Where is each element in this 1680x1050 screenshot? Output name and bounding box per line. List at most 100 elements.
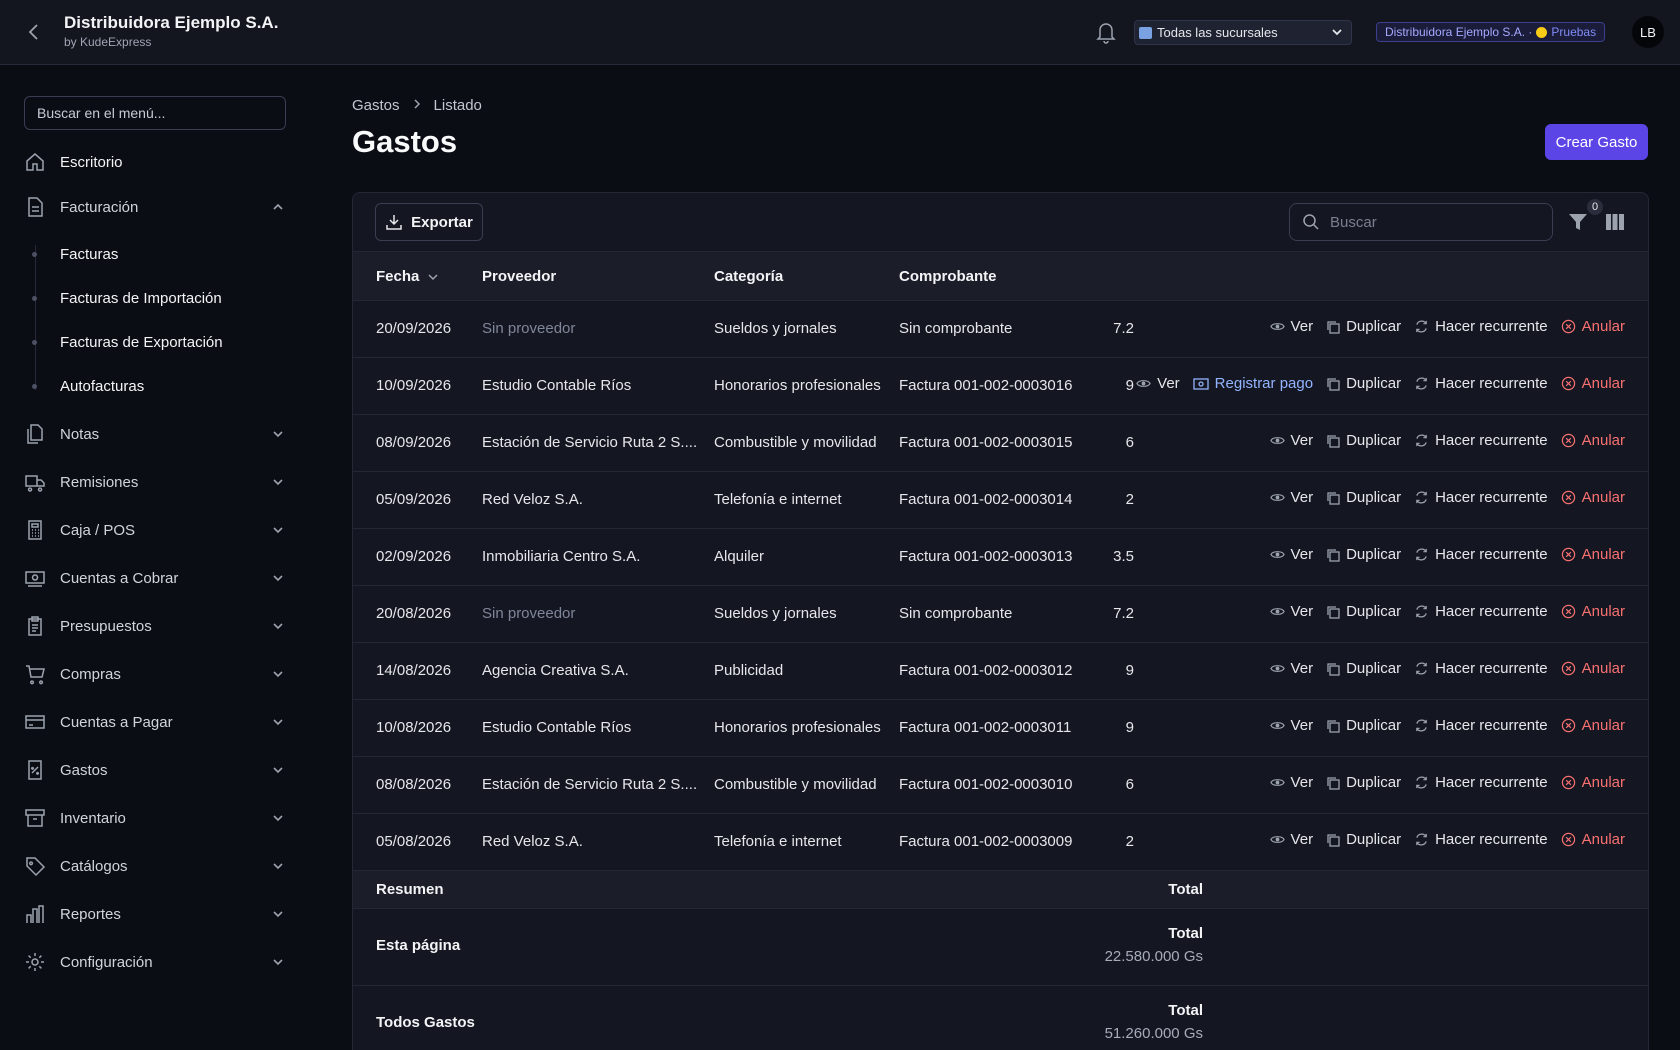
duplicate-button[interactable]: Duplicar	[1326, 717, 1401, 734]
sidebar-item-cuentas-cobrar[interactable]: Cuentas a Cobrar	[24, 562, 286, 594]
sidebar-item-facturacion[interactable]: Facturación	[24, 191, 286, 223]
sidebar-item-configuracion[interactable]: Configuración	[24, 946, 286, 978]
summary-page-total: 22.580.000 Gs	[1104, 948, 1203, 965]
home-icon	[24, 151, 46, 173]
view-button[interactable]: Ver	[1269, 603, 1313, 620]
cell-monto: 7.2	[1113, 605, 1134, 622]
menu-search-input[interactable]	[24, 96, 286, 130]
chevron-left-icon	[28, 24, 38, 40]
duplicate-button[interactable]: Duplicar	[1326, 603, 1401, 620]
duplicate-button[interactable]: Duplicar	[1326, 831, 1401, 848]
copy-icon	[1327, 833, 1340, 847]
make-recurring-button[interactable]: Hacer recurrente	[1414, 432, 1548, 449]
env-company: Distribuidora Ejemplo S.A. ·	[1385, 25, 1533, 39]
view-button[interactable]: Ver	[1269, 432, 1314, 449]
column-categoria[interactable]: Categoría	[714, 268, 783, 285]
summary-page-total-label: Total	[1168, 925, 1203, 942]
annul-button[interactable]: Anular	[1561, 774, 1625, 791]
duplicate-label: Duplicar	[1346, 546, 1402, 563]
columns-icon[interactable]	[1605, 213, 1625, 231]
view-button[interactable]: Ver	[1136, 375, 1180, 392]
bell-icon[interactable]	[1095, 20, 1117, 44]
breadcrumb-root[interactable]: Gastos	[352, 97, 400, 114]
view-button[interactable]: Ver	[1269, 546, 1313, 563]
sidebar-item-cuentas-pagar[interactable]: Cuentas a Pagar	[24, 706, 286, 738]
gear-icon	[24, 951, 46, 973]
sidebar-subitem-facturas[interactable]: Facturas	[32, 239, 286, 269]
annul-button[interactable]: Anular	[1561, 660, 1625, 677]
make-recurring-button[interactable]: Hacer recurrente	[1414, 660, 1548, 677]
annul-button[interactable]: Anular	[1561, 489, 1625, 506]
sidebar-item-caja-pos[interactable]: Caja / POS	[24, 514, 286, 546]
view-button[interactable]: Ver	[1269, 717, 1313, 734]
eye-icon	[1269, 836, 1285, 843]
column-fecha[interactable]: Fecha	[376, 268, 439, 285]
sidebar-item-remisiones[interactable]: Remisiones	[24, 466, 286, 498]
view-button[interactable]: Ver	[1269, 489, 1313, 506]
duplicate-button[interactable]: Duplicar	[1326, 546, 1401, 563]
sidebar-item-notas[interactable]: Notas	[24, 418, 286, 450]
sidebar-item-catalogos[interactable]: Catálogos	[24, 850, 286, 882]
annul-button[interactable]: Anular	[1561, 318, 1625, 335]
sidebar-item-label: Cuentas a Cobrar	[60, 569, 179, 587]
view-button[interactable]: Ver	[1269, 660, 1313, 677]
make-recurring-button[interactable]: Hacer recurrente	[1414, 489, 1548, 506]
make-recurring-label: Hacer recurrente	[1435, 831, 1548, 848]
sidebar-item-inventario[interactable]: Inventario	[24, 802, 286, 834]
cell-proveedor: Sin proveedor	[482, 320, 576, 337]
column-proveedor[interactable]: Proveedor	[482, 268, 556, 285]
view-button[interactable]: Ver	[1269, 318, 1313, 335]
annul-button[interactable]: Anular	[1561, 546, 1625, 563]
sidebar-item-reportes[interactable]: Reportes	[24, 898, 286, 930]
view-button[interactable]: Ver	[1269, 774, 1313, 791]
table-search-input[interactable]	[1330, 213, 1530, 231]
column-comprobante[interactable]: Comprobante	[899, 268, 997, 285]
sidebar-item-escritorio[interactable]: Escritorio	[24, 146, 286, 178]
make-recurring-label: Hacer recurrente	[1435, 774, 1548, 791]
make-recurring-button[interactable]: Hacer recurrente	[1414, 318, 1548, 335]
make-recurring-button[interactable]: Hacer recurrente	[1414, 603, 1548, 620]
sidebar-subitem-facturas-importacion[interactable]: Facturas de Importación	[32, 283, 286, 313]
cell-comprobante: Factura 001-002-0003014	[899, 491, 1073, 508]
annul-button[interactable]: Anular	[1561, 603, 1625, 620]
make-recurring-button[interactable]: Hacer recurrente	[1414, 375, 1548, 392]
view-button[interactable]: Ver	[1269, 831, 1313, 848]
sidebar-subitem-autofacturas[interactable]: Autofacturas	[32, 371, 286, 401]
view-label: Ver	[1157, 375, 1180, 392]
refresh-icon	[1416, 662, 1427, 675]
duplicate-button[interactable]: Duplicar	[1326, 660, 1401, 677]
annul-button[interactable]: Anular	[1561, 717, 1625, 734]
make-recurring-button[interactable]: Hacer recurrente	[1414, 774, 1548, 791]
user-avatar[interactable]: LB	[1632, 16, 1664, 48]
branch-select[interactable]: Todas las sucursales	[1134, 20, 1352, 45]
make-recurring-button[interactable]: Hacer recurrente	[1414, 831, 1548, 848]
refresh-icon	[1416, 320, 1427, 333]
make-recurring-label: Hacer recurrente	[1435, 489, 1548, 506]
create-expense-button[interactable]: Crear Gasto	[1545, 124, 1648, 160]
sidebar-item-presupuestos[interactable]: Presupuestos	[24, 610, 286, 642]
register-payment-button[interactable]: Registrar pago	[1193, 375, 1313, 392]
export-button[interactable]: Exportar	[375, 203, 483, 241]
make-recurring-button[interactable]: Hacer recurrente	[1414, 546, 1548, 563]
annul-button[interactable]: Anular	[1561, 831, 1625, 848]
annul-button[interactable]: Anular	[1561, 375, 1625, 392]
sidebar-item-gastos[interactable]: Gastos	[24, 754, 286, 786]
filter-icon[interactable]	[1568, 211, 1588, 233]
make-recurring-button[interactable]: Hacer recurrente	[1414, 717, 1548, 734]
annul-label: Anular	[1581, 546, 1625, 563]
annul-label: Anular	[1581, 831, 1625, 848]
cell-categoria: Honorarios profesionales	[714, 719, 881, 736]
sidebar-item-label: Catálogos	[60, 857, 128, 875]
view-label: Ver	[1290, 432, 1314, 449]
duplicate-button[interactable]: Duplicar	[1326, 489, 1401, 506]
cell-monto: 9	[1125, 719, 1134, 736]
sidebar-subitem-facturas-exportacion[interactable]: Facturas de Exportación	[32, 327, 286, 357]
duplicate-button[interactable]: Duplicar	[1326, 432, 1401, 449]
sidebar-item-compras[interactable]: Compras	[24, 658, 286, 690]
duplicate-button[interactable]: Duplicar	[1326, 774, 1401, 791]
duplicate-button[interactable]: Duplicar	[1326, 375, 1401, 392]
back-button[interactable]	[22, 18, 46, 46]
cell-fecha: 08/09/2026	[376, 434, 452, 451]
duplicate-button[interactable]: Duplicar	[1326, 318, 1401, 335]
annul-button[interactable]: Anular	[1561, 432, 1625, 449]
